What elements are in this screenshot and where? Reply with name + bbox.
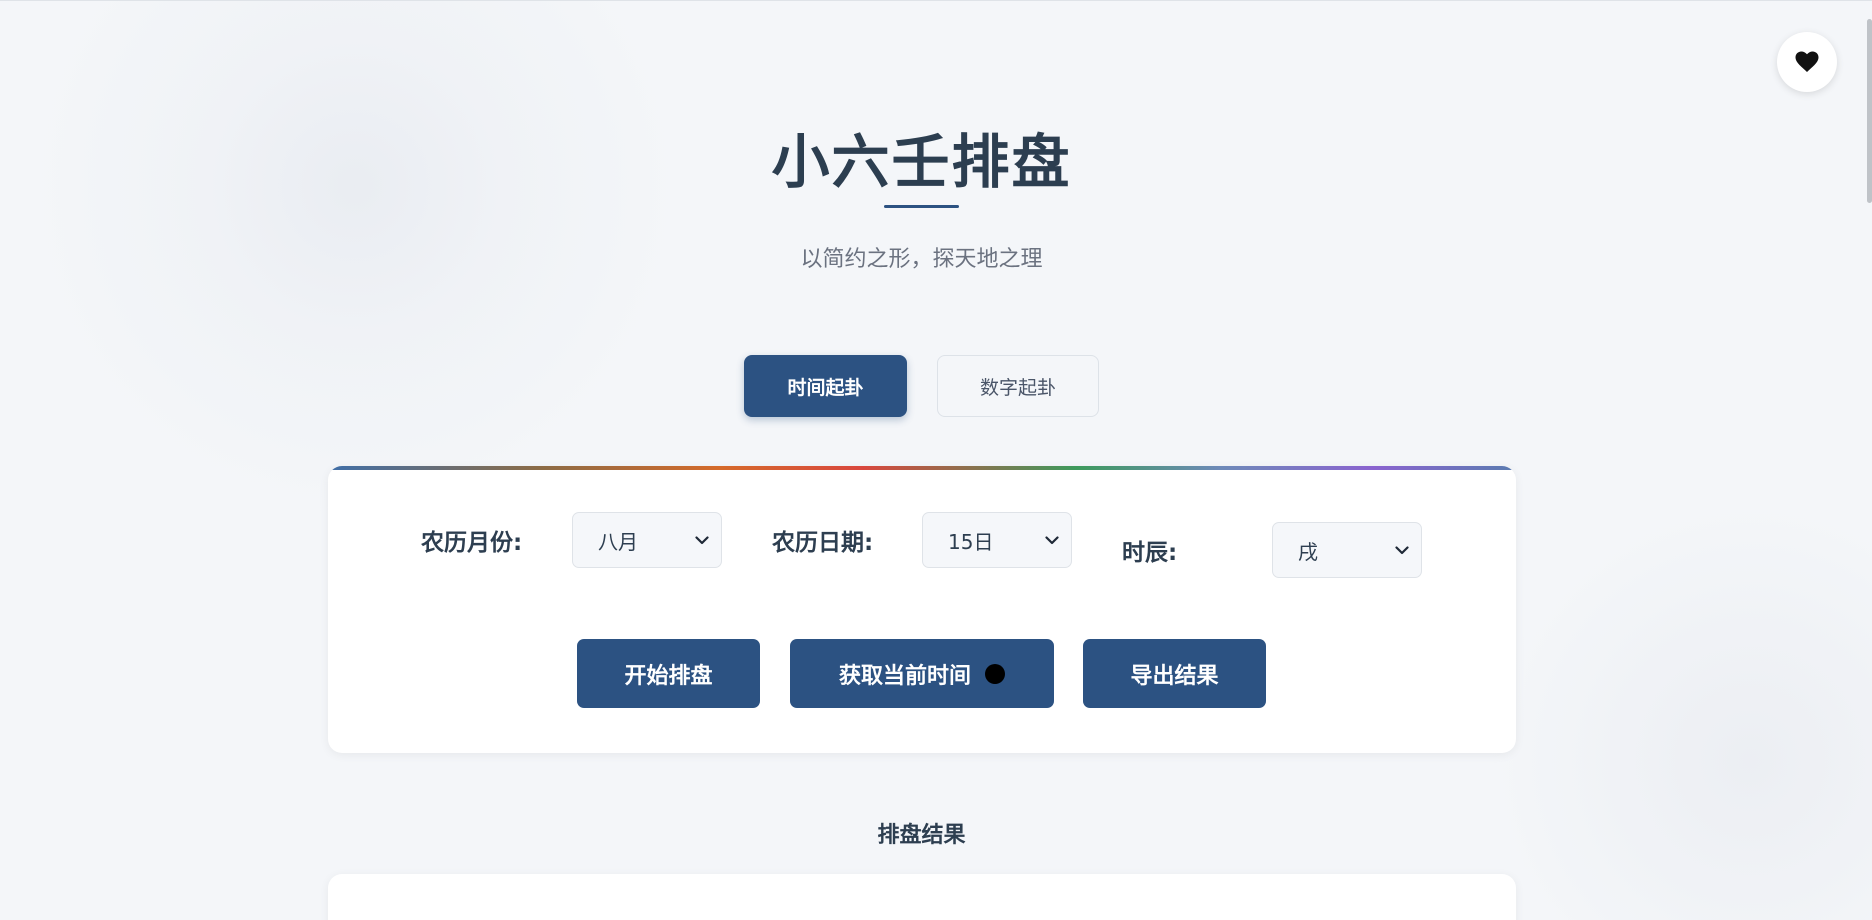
- lunar-month-value: 八月: [598, 529, 638, 554]
- lunar-day-value: 15日: [948, 529, 994, 554]
- tab-number-divination[interactable]: 数字起卦: [937, 355, 1099, 417]
- results-heading: 排盘结果: [877, 823, 966, 848]
- tab-time-divination[interactable]: 时间起卦: [744, 355, 907, 417]
- hour-select[interactable]: 戌: [1272, 522, 1422, 578]
- page-subtitle: 以简约之形，探天地之理: [800, 247, 1043, 272]
- export-results-button[interactable]: 导出结果: [1083, 639, 1266, 708]
- lunar-month-select[interactable]: 八月: [572, 512, 722, 568]
- loading-dot-icon: [985, 663, 1005, 684]
- page: 小六壬排盘 以简约之形，探天地之理 时间起卦 数字起卦 农历月份: 八月 农历日…: [0, 0, 1872, 920]
- hour-label: 时辰:: [1122, 540, 1178, 566]
- chevron-down-icon: [1045, 536, 1059, 545]
- hour-value: 戌: [1298, 539, 1318, 564]
- get-current-time-label: 获取当前时间: [838, 663, 971, 689]
- card-accent-bar: [328, 466, 1516, 470]
- chevron-down-icon: [695, 536, 709, 545]
- get-current-time-button[interactable]: 获取当前时间: [790, 639, 1054, 708]
- page-title: 小六壬排盘: [771, 128, 1072, 196]
- lunar-day-select[interactable]: 15日: [922, 512, 1072, 568]
- favorite-button[interactable]: [1777, 32, 1837, 92]
- chevron-down-icon: [1395, 546, 1409, 555]
- start-divination-button[interactable]: 开始排盘: [577, 639, 760, 708]
- results-card: [328, 874, 1516, 920]
- lunar-day-label: 农历日期:: [772, 530, 874, 556]
- scrollbar[interactable]: [1867, 19, 1872, 203]
- title-underline: [884, 205, 959, 208]
- divination-form-card: 农历月份: 八月 农历日期: 15日 时辰: 戌 开始排盘 获取当前时间 导出结…: [328, 466, 1516, 753]
- heart-icon: [1795, 51, 1819, 72]
- lunar-month-label: 农历月份:: [421, 530, 523, 556]
